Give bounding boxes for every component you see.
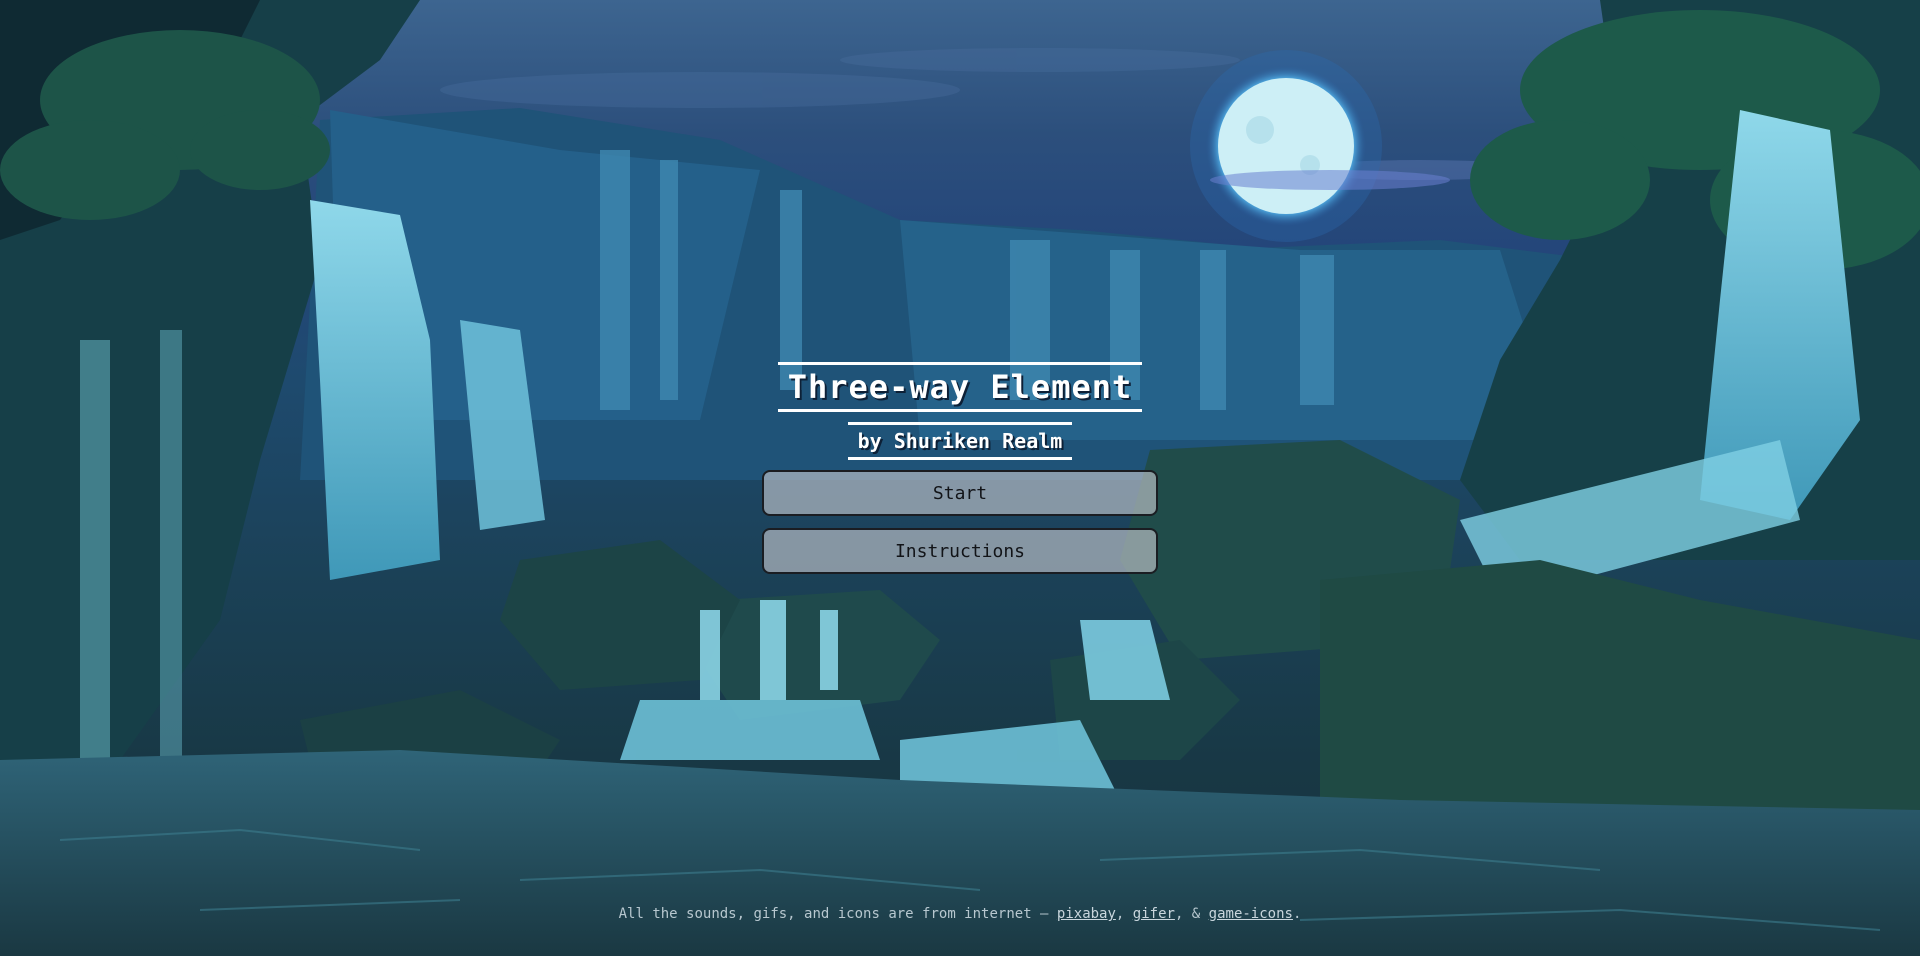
pixabay-link[interactable]: pixabay — [1057, 906, 1116, 922]
gifer-link[interactable]: gifer — [1133, 906, 1175, 922]
credits-period: . — [1292, 906, 1302, 922]
start-button[interactable]: Start — [762, 470, 1158, 516]
moon-icon — [1190, 50, 1450, 242]
game-title: Three-way Element — [777, 362, 1143, 412]
credits-separator: , & — [1174, 906, 1209, 922]
instructions-button[interactable]: Instructions — [762, 528, 1158, 574]
game-screen: Three-way Element by Shuriken Realm Star… — [0, 0, 1920, 956]
main-menu: Three-way Element by Shuriken Realm Star… — [0, 362, 1920, 574]
game-icons-link[interactable]: game-icons — [1209, 906, 1293, 922]
game-subtitle: by Shuriken Realm — [847, 422, 1073, 460]
credits-footer: All the sounds, gifs, and icons are from… — [0, 906, 1920, 922]
credits-separator: , — [1115, 906, 1133, 922]
credits-text: All the sounds, gifs, and icons are from… — [618, 906, 1057, 922]
